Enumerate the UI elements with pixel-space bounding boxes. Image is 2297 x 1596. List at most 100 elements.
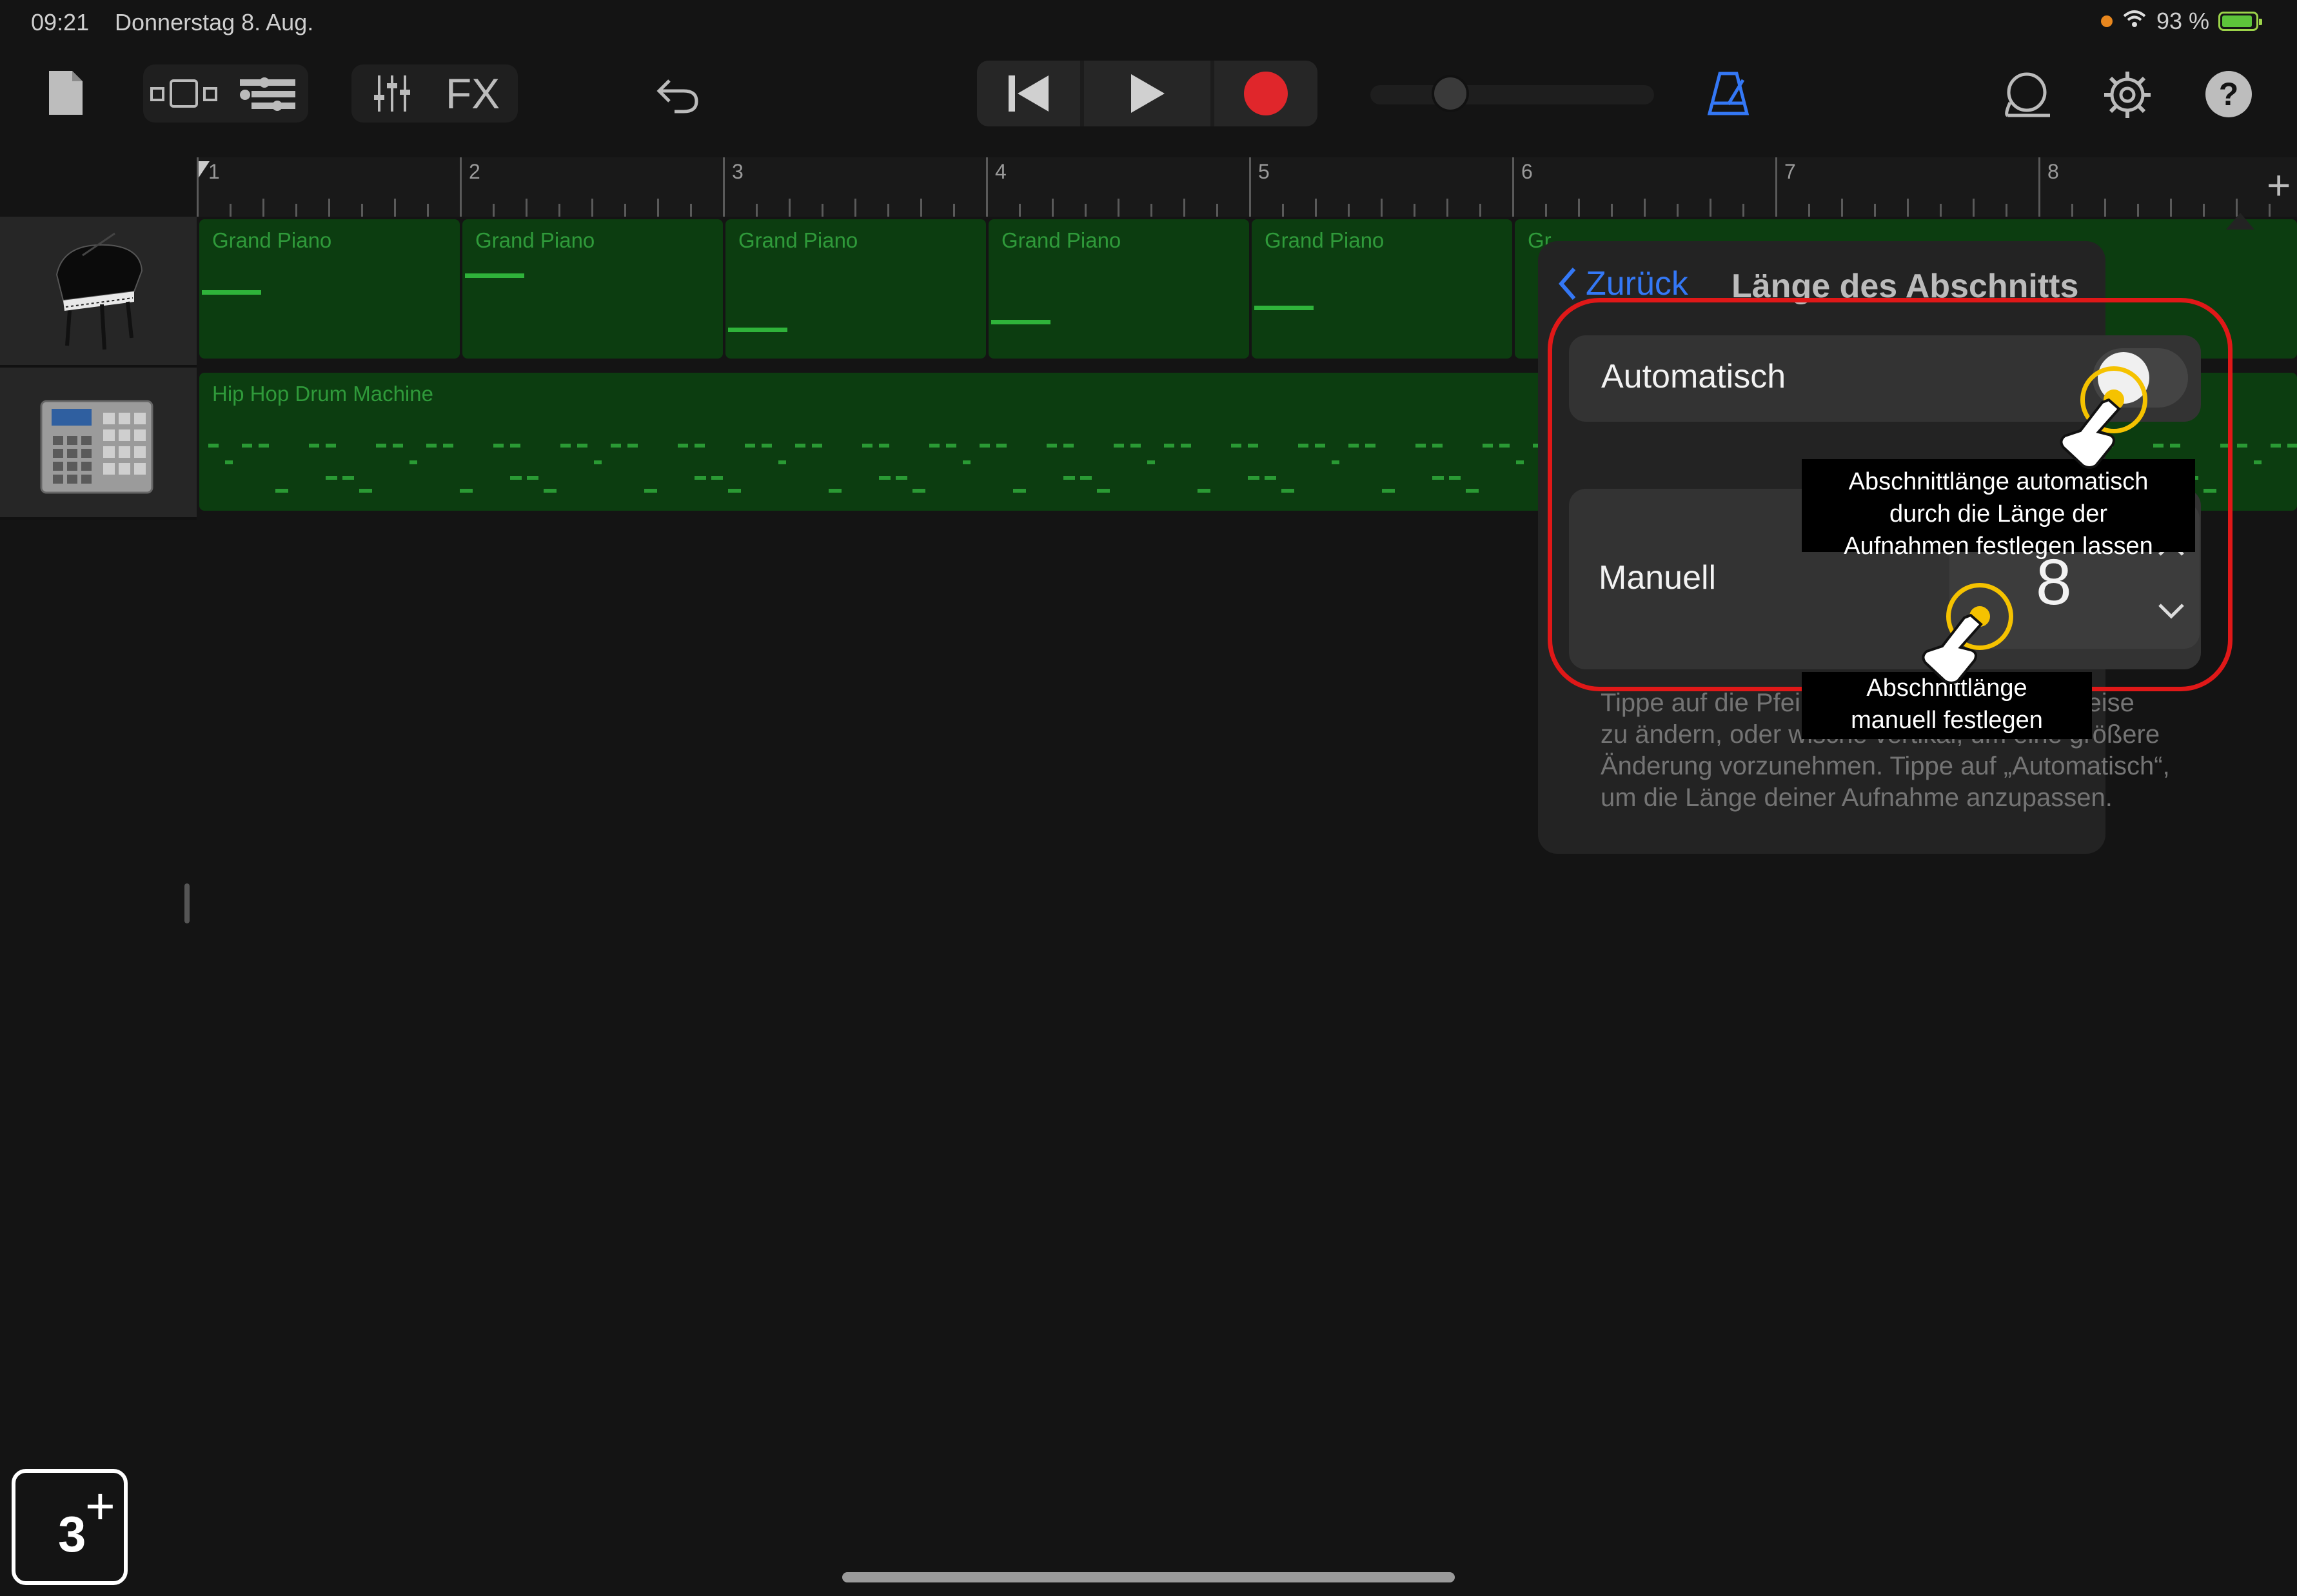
drum-note [577, 444, 587, 448]
back-label: Zurück [1586, 265, 1688, 302]
bar-number: 5 [1258, 160, 1270, 183]
metronome-icon[interactable] [1702, 66, 1754, 121]
ruler-tick [2170, 199, 2172, 217]
add-section-button[interactable]: + [2267, 161, 2291, 209]
drum-note [1365, 444, 1375, 448]
ruler-tick [1775, 157, 1777, 217]
drum-note [309, 444, 319, 448]
drum-note [426, 444, 437, 448]
track-controls-icon[interactable] [232, 71, 303, 116]
drum-note [560, 444, 571, 448]
drum-note [1097, 489, 1110, 493]
home-indicator[interactable] [842, 1572, 1455, 1582]
ruler-tick [2006, 204, 2007, 217]
ruler-tick [1841, 199, 1843, 217]
region-grand-piano[interactable]: Grand Piano [199, 219, 460, 359]
drum-note [208, 444, 219, 448]
drum-note [728, 489, 741, 493]
drum-note [778, 460, 786, 464]
step-badge: 3 + [12, 1469, 128, 1585]
drum-note [1449, 476, 1461, 480]
drum-note [1483, 444, 1493, 448]
drum-note [1432, 476, 1444, 480]
ruler-tick [2203, 204, 2205, 217]
ruler-tick [328, 199, 330, 217]
ruler-tick [262, 199, 264, 217]
step-number: 3 [58, 1506, 86, 1562]
timeline-ruler[interactable]: 1 2 3 4 5 6 7 8 + [197, 157, 2297, 217]
track-header-grand-piano[interactable] [0, 217, 197, 368]
drum-note [594, 460, 602, 464]
drum-note [1248, 444, 1258, 448]
ruler-tick [756, 204, 758, 217]
drum-note [1047, 444, 1057, 448]
region-grand-piano[interactable]: Grand Piano [725, 219, 986, 359]
chevron-left-icon [1559, 268, 1576, 300]
drum-note [460, 489, 473, 493]
loop-icon[interactable] [1999, 68, 2055, 121]
region-grand-piano[interactable]: Grand Piano [1252, 219, 1512, 359]
drum-note [2254, 460, 2262, 464]
drum-note [963, 460, 971, 464]
ruler-tick [558, 204, 560, 217]
drum-note [1248, 476, 1259, 480]
views-icon[interactable] [148, 71, 219, 116]
resize-handle[interactable] [184, 883, 190, 923]
drum-note [862, 444, 872, 448]
drum-note [678, 444, 688, 448]
drum-note [1281, 489, 1294, 493]
ruler-tick [1414, 204, 1415, 217]
drum-note [795, 444, 805, 448]
drum-note [762, 444, 772, 448]
track-header-drum-machine[interactable] [0, 368, 197, 520]
play-icon[interactable] [1084, 61, 1210, 126]
help-line: Änderung vorzunehmen. Tippe auf „Automat… [1601, 752, 2170, 780]
mix-fx-group: FX [351, 64, 518, 123]
status-bar: 09:21 Donnerstag 8. Aug. 93 % [0, 0, 2297, 46]
drum-note [326, 444, 336, 448]
help-line: um die Länge deiner Aufnahme anzupassen. [1601, 783, 2113, 812]
volume-slider[interactable] [1370, 75, 1654, 112]
drum-note [1348, 444, 1359, 448]
settings-icon[interactable] [2100, 67, 2155, 123]
document-icon[interactable] [45, 66, 86, 120]
ruler-tick [624, 204, 626, 217]
ruler-tick [1512, 157, 1514, 217]
ruler-tick [1118, 199, 1119, 217]
drum-note [2287, 444, 2297, 448]
drum-note [1265, 476, 1276, 480]
fx-button[interactable]: FX [434, 70, 511, 117]
record-icon[interactable] [1214, 61, 1317, 126]
callout-line: Aufnahmen festlegen lassen [1844, 533, 2153, 560]
ruler-tick [1381, 199, 1383, 217]
rewind-icon[interactable] [977, 61, 1080, 126]
region-label: Grand Piano [475, 228, 595, 252]
back-button[interactable]: Zurück [1557, 264, 1688, 303]
drum-note [1063, 444, 1074, 448]
callout-line: Abschnittlänge automatisch [1848, 468, 2149, 495]
ruler-tick [1479, 204, 1481, 217]
region-grand-piano[interactable]: Grand Piano [462, 219, 723, 359]
drum-note [1298, 444, 1308, 448]
undo-icon[interactable] [651, 68, 704, 121]
drum-note [627, 444, 638, 448]
drum-note [1164, 444, 1174, 448]
mixer-icon[interactable] [363, 71, 421, 116]
status-date: Donnerstag 8. Aug. [115, 9, 314, 35]
popover-arrow [2226, 213, 2254, 230]
region-label: Grand Piano [1265, 228, 1385, 252]
playhead-marker[interactable] [197, 161, 210, 181]
drum-note [1499, 444, 1510, 448]
note [202, 290, 261, 295]
ruler-tick [2137, 204, 2139, 217]
bar-number: 6 [1521, 160, 1533, 183]
volume-slider-knob[interactable] [1432, 75, 1469, 112]
drum-note [393, 444, 403, 448]
help-icon[interactable]: ? [2205, 71, 2252, 117]
grand-piano-icon [37, 230, 153, 352]
region-grand-piano[interactable]: Grand Piano [989, 219, 1249, 359]
drum-note [493, 444, 504, 448]
drum-note [1013, 489, 1026, 493]
drum-note [879, 476, 891, 480]
ruler-tick [920, 199, 922, 217]
